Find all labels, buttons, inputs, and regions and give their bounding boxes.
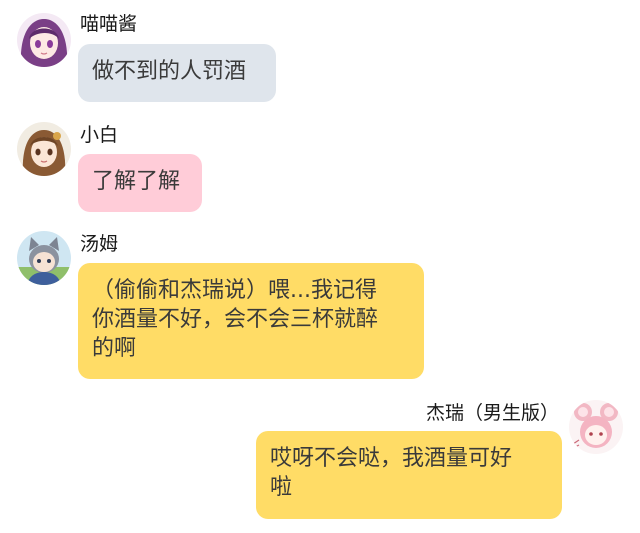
message-text-line-1: （偷偷和杰瑞说）喂...我记得: [92, 278, 377, 303]
message-text-line-2: 你酒量不好，会不会三杯就醉: [92, 307, 379, 332]
avatar-tangmu[interactable]: [17, 231, 71, 285]
anime-girl-brown-hair-icon: [17, 122, 71, 176]
message-text: 了解了解: [92, 169, 181, 194]
message-text-line-1: 哎呀不会哒，我酒量可好: [270, 446, 513, 471]
sender-name: 杰瑞（男生版）: [425, 402, 559, 424]
avatar-jierui[interactable]: [569, 400, 623, 454]
message-bubble[interactable]: 哎呀不会哒，我酒量可好 啦: [256, 431, 562, 519]
anime-girl-purple-hair-icon: [17, 13, 71, 67]
sender-name: 喵喵酱: [80, 13, 138, 35]
message-text: 做不到的人罚酒: [92, 59, 247, 84]
chat-message-3: 汤姆 （偷偷和杰瑞说）喂...我记得 你酒量不好，会不会三杯就醉 的啊: [0, 220, 640, 390]
message-bubble[interactable]: 做不到的人罚酒: [78, 44, 276, 102]
message-bubble[interactable]: （偷偷和杰瑞说）喂...我记得 你酒量不好，会不会三杯就醉 的啊: [78, 263, 424, 379]
chat-message-4: 杰瑞（男生版） 哎呀不会哒，我酒量可好 啦: [0, 390, 640, 533]
sender-name: 汤姆: [80, 233, 119, 255]
cat-ear-boy-icon: [17, 231, 71, 285]
chat-message-2: 小白 了解了解: [0, 110, 640, 220]
avatar-xiaobai[interactable]: [17, 122, 71, 176]
pink-hair-mouse-icon: [569, 400, 623, 454]
sender-name: 小白: [80, 124, 119, 146]
message-bubble[interactable]: 了解了解: [78, 154, 202, 212]
chat-message-1: 喵喵酱 做不到的人罚酒: [0, 0, 640, 110]
avatar-miaomiaojiang[interactable]: [17, 13, 71, 67]
message-text-line-2: 啦: [270, 475, 293, 500]
message-text-line-3: 的啊: [92, 336, 137, 361]
